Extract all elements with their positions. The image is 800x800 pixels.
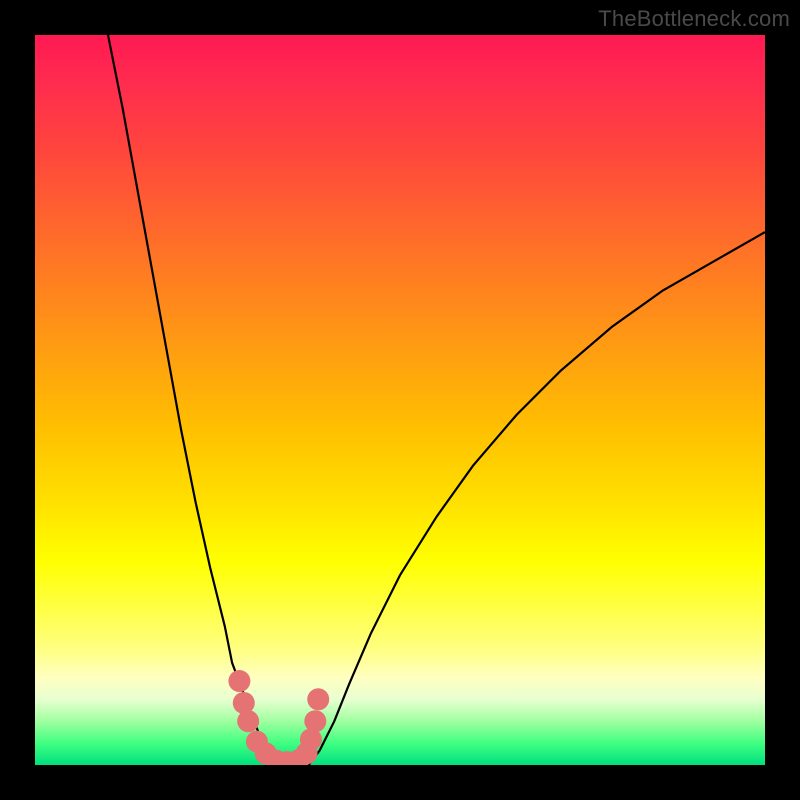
highlight-dot (237, 710, 259, 732)
highlight-dot (307, 688, 329, 710)
highlight-dot (228, 670, 250, 692)
highlight-dot (233, 692, 255, 714)
highlight-cluster (35, 35, 765, 765)
highlight-dot (304, 710, 326, 732)
highlight-dot (300, 728, 322, 750)
watermark-text: TheBottleneck.com (598, 6, 790, 32)
